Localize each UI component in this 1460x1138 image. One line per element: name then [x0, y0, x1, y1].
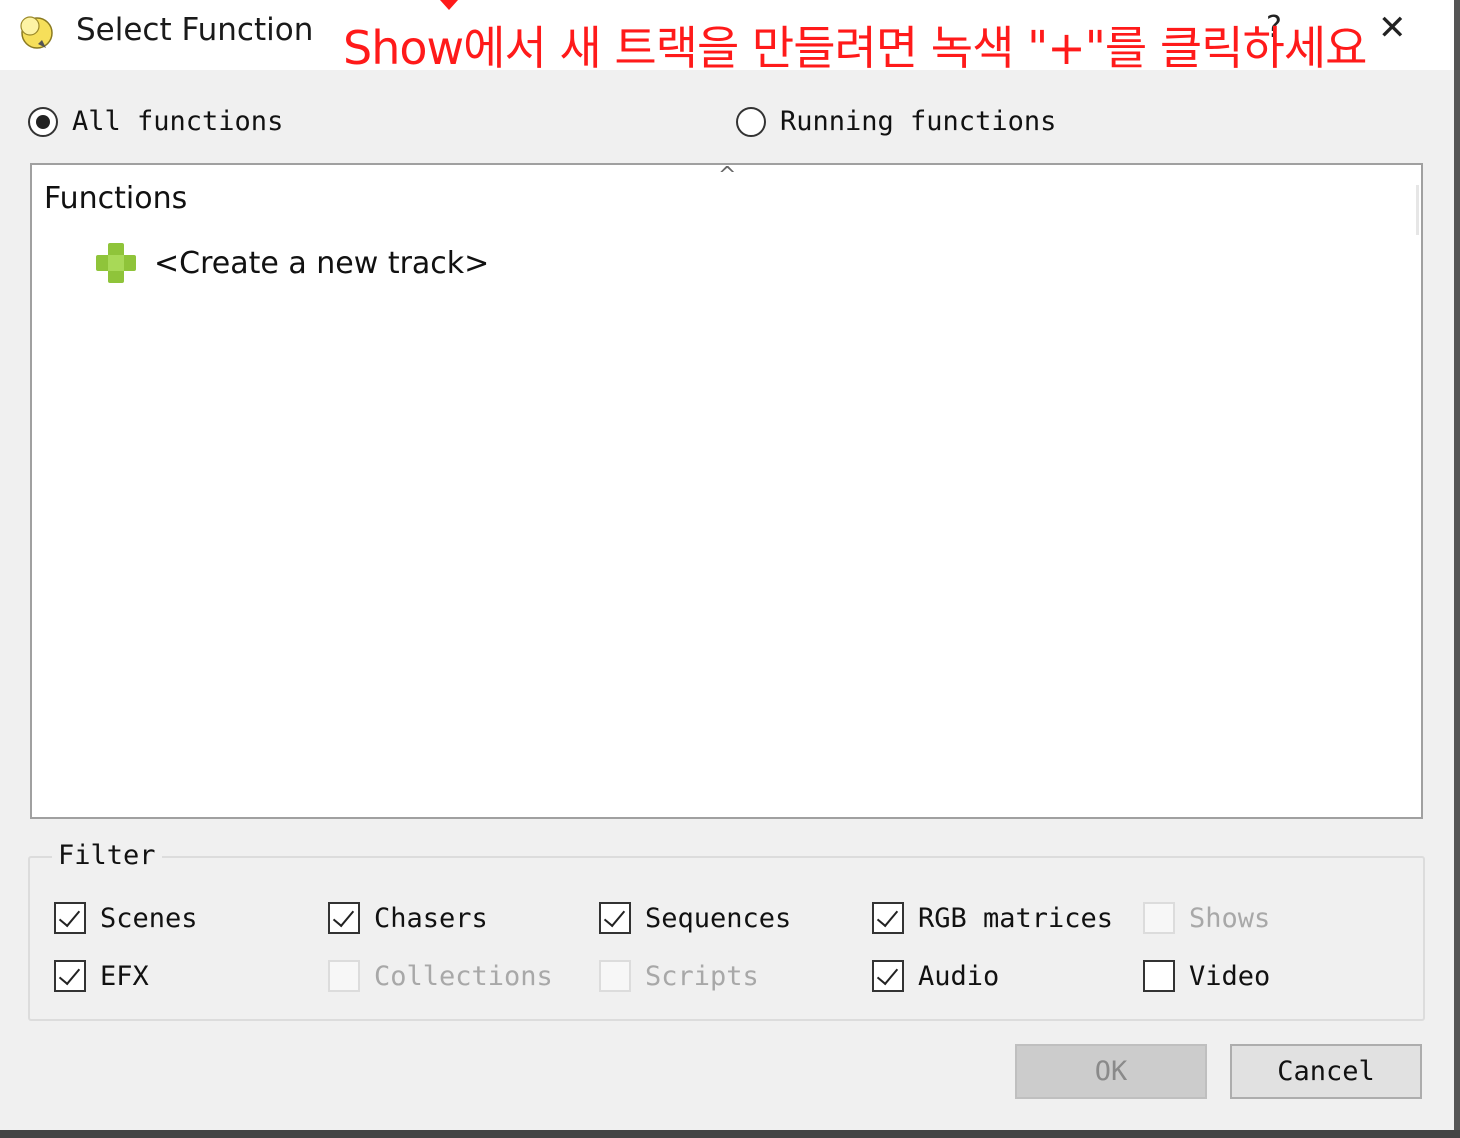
audio-checkbox[interactable]: Audio [872, 960, 999, 992]
video-checkbox[interactable]: Video [1143, 960, 1270, 992]
annotation-arrow-icon [440, 0, 458, 10]
sort-caret-icon[interactable]: ^ [718, 163, 736, 188]
cancel-button[interactable]: Cancel [1230, 1044, 1422, 1099]
chasers-label: Chasers [374, 902, 488, 934]
sequences-label: Sequences [645, 902, 792, 934]
radio-selected-indicator[interactable] [28, 106, 58, 137]
checkbox-box [1143, 902, 1175, 934]
window-edge [1454, 0, 1460, 1138]
running-functions-radio[interactable]: Running functions [736, 106, 1056, 137]
filter-title: Filter [52, 840, 162, 871]
filter-groupbox [28, 856, 1425, 1021]
close-icon[interactable]: ✕ [1378, 8, 1407, 48]
green-plus-icon[interactable] [94, 241, 138, 285]
collections-checkbox: Collections [328, 960, 553, 992]
scripts-label: Scripts [645, 960, 759, 992]
checkbox-box[interactable] [1143, 960, 1175, 992]
rgb-matrices-checkbox[interactable]: RGB matrices [872, 902, 1113, 934]
scrollbar-hint [1416, 185, 1419, 235]
checkbox-box[interactable] [54, 960, 86, 992]
checkbox-box[interactable] [872, 960, 904, 992]
annotation-text: Show에서 새 트랙을 만들려면 녹색 "+"를 클릭하세요 [343, 21, 1367, 75]
window-edge [0, 1130, 1460, 1138]
checkbox-box[interactable] [599, 902, 631, 934]
radio-unselected-indicator[interactable] [736, 106, 766, 137]
functions-tree[interactable]: ^ Functions <Create a new track> [30, 163, 1423, 819]
checkbox-box[interactable] [328, 902, 360, 934]
sequences-checkbox[interactable]: Sequences [599, 902, 791, 934]
shows-checkbox: Shows [1143, 902, 1270, 934]
checkbox-box[interactable] [872, 902, 904, 934]
collections-label: Collections [374, 960, 553, 992]
scripts-checkbox: Scripts [599, 960, 759, 992]
rgb-matrices-label: RGB matrices [918, 902, 1114, 934]
window-title: Select Function [76, 12, 314, 48]
app-logo-icon [20, 16, 53, 49]
tree-item-create-track[interactable]: <Create a new track> [94, 241, 489, 285]
efx-label: EFX [100, 960, 149, 992]
chasers-checkbox[interactable]: Chasers [328, 902, 488, 934]
audio-label: Audio [918, 960, 1000, 992]
shows-label: Shows [1189, 902, 1271, 934]
video-label: Video [1189, 960, 1271, 992]
tree-column-header[interactable]: Functions [44, 181, 187, 216]
efx-checkbox[interactable]: EFX [54, 960, 149, 992]
checkbox-box [328, 960, 360, 992]
running-functions-label: Running functions [780, 106, 1057, 137]
scenes-label: Scenes [100, 902, 198, 934]
all-functions-radio[interactable]: All functions [28, 106, 283, 137]
checkbox-box[interactable] [54, 902, 86, 934]
scenes-checkbox[interactable]: Scenes [54, 902, 198, 934]
all-functions-label: All functions [72, 106, 284, 137]
checkbox-box [599, 960, 631, 992]
tree-item-label: <Create a new track> [154, 245, 490, 281]
ok-button[interactable]: OK [1015, 1044, 1207, 1099]
